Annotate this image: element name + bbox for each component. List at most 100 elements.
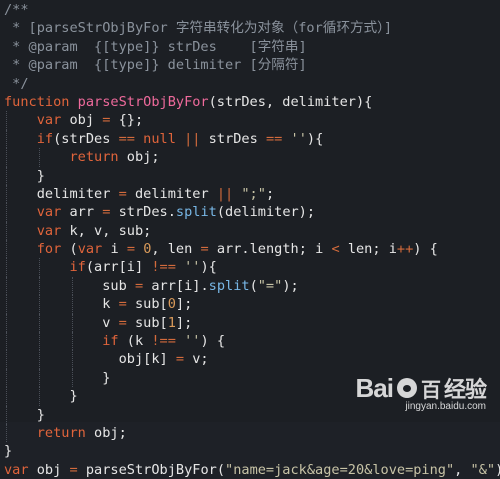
code-token	[4, 241, 37, 257]
code-line[interactable]: return obj;	[0, 424, 500, 442]
code-line[interactable]: return obj;	[0, 148, 500, 166]
code-line[interactable]: function parseStrObjByFor(strDes, delimi…	[0, 93, 500, 111]
code-token: /**	[4, 2, 29, 18]
code-token: split	[209, 278, 250, 294]
code-token	[4, 296, 102, 312]
code-token: len; i	[348, 241, 397, 257]
code-token: !==	[151, 259, 184, 275]
code-token	[4, 186, 37, 202]
indent-guide	[39, 332, 40, 350]
code-token: =	[119, 315, 135, 331]
code-line[interactable]: for (var i = 0, len = arr.length; i < le…	[0, 240, 500, 258]
code-token: delimiter	[135, 186, 217, 202]
indent-guide	[6, 240, 7, 258]
code-token: =	[102, 112, 118, 128]
code-line[interactable]: if (k !== '') {	[0, 332, 500, 350]
indent-guide	[39, 369, 40, 387]
code-token: if	[102, 333, 127, 349]
indent-guide	[39, 387, 40, 405]
code-token: =	[135, 278, 151, 294]
code-token: ''	[184, 259, 200, 275]
code-token: ==	[119, 131, 144, 147]
code-line[interactable]: k = sub[0];	[0, 295, 500, 313]
code-token: * @param {[type]} strDes [字符串]	[4, 39, 307, 55]
code-line[interactable]: v = sub[1];	[0, 314, 500, 332]
indent-guide	[39, 277, 40, 295]
code-token	[4, 333, 102, 349]
code-token: var	[4, 462, 37, 478]
code-line[interactable]: */	[0, 75, 500, 93]
code-token: ) {	[413, 241, 438, 257]
indent-guide	[6, 111, 7, 129]
code-token: obj;	[94, 425, 127, 441]
indent-guide	[72, 332, 73, 350]
code-token: null	[143, 131, 184, 147]
indent-guide	[6, 406, 7, 424]
code-token: =	[119, 186, 135, 202]
indent-guide	[39, 295, 40, 313]
code-line[interactable]: * @param {[type]} strDes [字符串]	[0, 38, 500, 56]
indent-guide	[6, 369, 7, 387]
code-token: function	[4, 94, 78, 110]
code-token: ){	[200, 259, 216, 275]
code-line[interactable]: }	[0, 442, 500, 460]
indent-guide	[39, 258, 40, 276]
code-token: return	[69, 149, 126, 165]
code-editor[interactable]: /** * [parseStrObjByFor 字符串转化为对象（for循环方式…	[0, 0, 500, 422]
code-line[interactable]: * [parseStrObjByFor 字符串转化为对象（for循环方式）]	[0, 19, 500, 37]
code-token: k, v, sub;	[70, 223, 152, 239]
code-token: );	[282, 278, 298, 294]
indent-guide	[6, 185, 7, 203]
code-token: strDes.	[119, 204, 176, 220]
code-line[interactable]: var arr = strDes.split(delimiter);	[0, 203, 500, 221]
code-token: ++	[397, 241, 413, 257]
indent-guide	[6, 148, 7, 166]
code-token: arr.length; i	[217, 241, 332, 257]
code-token: "&"	[471, 462, 496, 478]
indent-guide	[6, 332, 7, 350]
indent-guide	[39, 350, 40, 368]
code-token	[4, 223, 37, 239]
indent-guide	[39, 314, 40, 332]
code-token: arr[i].	[151, 278, 208, 294]
indent-guide	[6, 258, 7, 276]
code-token: =	[176, 351, 192, 367]
code-line[interactable]: obj[k] = v;	[0, 350, 500, 368]
code-token: (arr[i]	[86, 259, 151, 275]
code-token: (k	[127, 333, 152, 349]
code-token: }	[4, 407, 45, 423]
code-token: if	[69, 259, 85, 275]
code-line[interactable]: var k, v, sub;	[0, 222, 500, 240]
code-token: "="	[258, 278, 283, 294]
code-token: }	[4, 370, 110, 386]
code-token: }	[4, 443, 12, 459]
code-line[interactable]: * @param {[type]} delimiter [分隔符]	[0, 56, 500, 74]
code-token: 0	[168, 296, 176, 312]
code-token: strDes	[209, 131, 266, 147]
code-token: =	[102, 204, 118, 220]
code-token: ){	[307, 131, 323, 147]
code-token: ''	[184, 333, 200, 349]
code-token	[4, 131, 37, 147]
code-line[interactable]: delimiter = delimiter || ";";	[0, 185, 500, 203]
code-line[interactable]: /**	[0, 1, 500, 19]
code-token: obj;	[127, 149, 160, 165]
code-token	[4, 278, 102, 294]
code-token: );	[495, 462, 500, 478]
code-line[interactable]: sub = arr[i].split("=");	[0, 277, 500, 295]
code-token: parseStrObjByFor	[78, 94, 209, 110]
code-line[interactable]: if(arr[i] !== ''){	[0, 258, 500, 276]
code-line[interactable]: if(strDes == null || strDes == ''){	[0, 130, 500, 148]
indent-guide	[39, 148, 40, 166]
code-line[interactable]: var obj = {};	[0, 111, 500, 129]
code-token	[4, 259, 69, 275]
code-token: =	[127, 241, 143, 257]
code-line[interactable]: }	[0, 167, 500, 185]
code-token: var	[37, 204, 70, 220]
watermark-brand-suffix: 经验	[444, 372, 486, 404]
baidu-jingyan-watermark: Bai百经验 jingyan.baidu.com	[356, 372, 486, 412]
code-token: var	[37, 223, 70, 239]
indent-guide	[6, 295, 7, 313]
indent-guide	[6, 222, 7, 240]
code-line[interactable]: var obj = parseStrObjByFor("name=jack&ag…	[0, 461, 500, 479]
